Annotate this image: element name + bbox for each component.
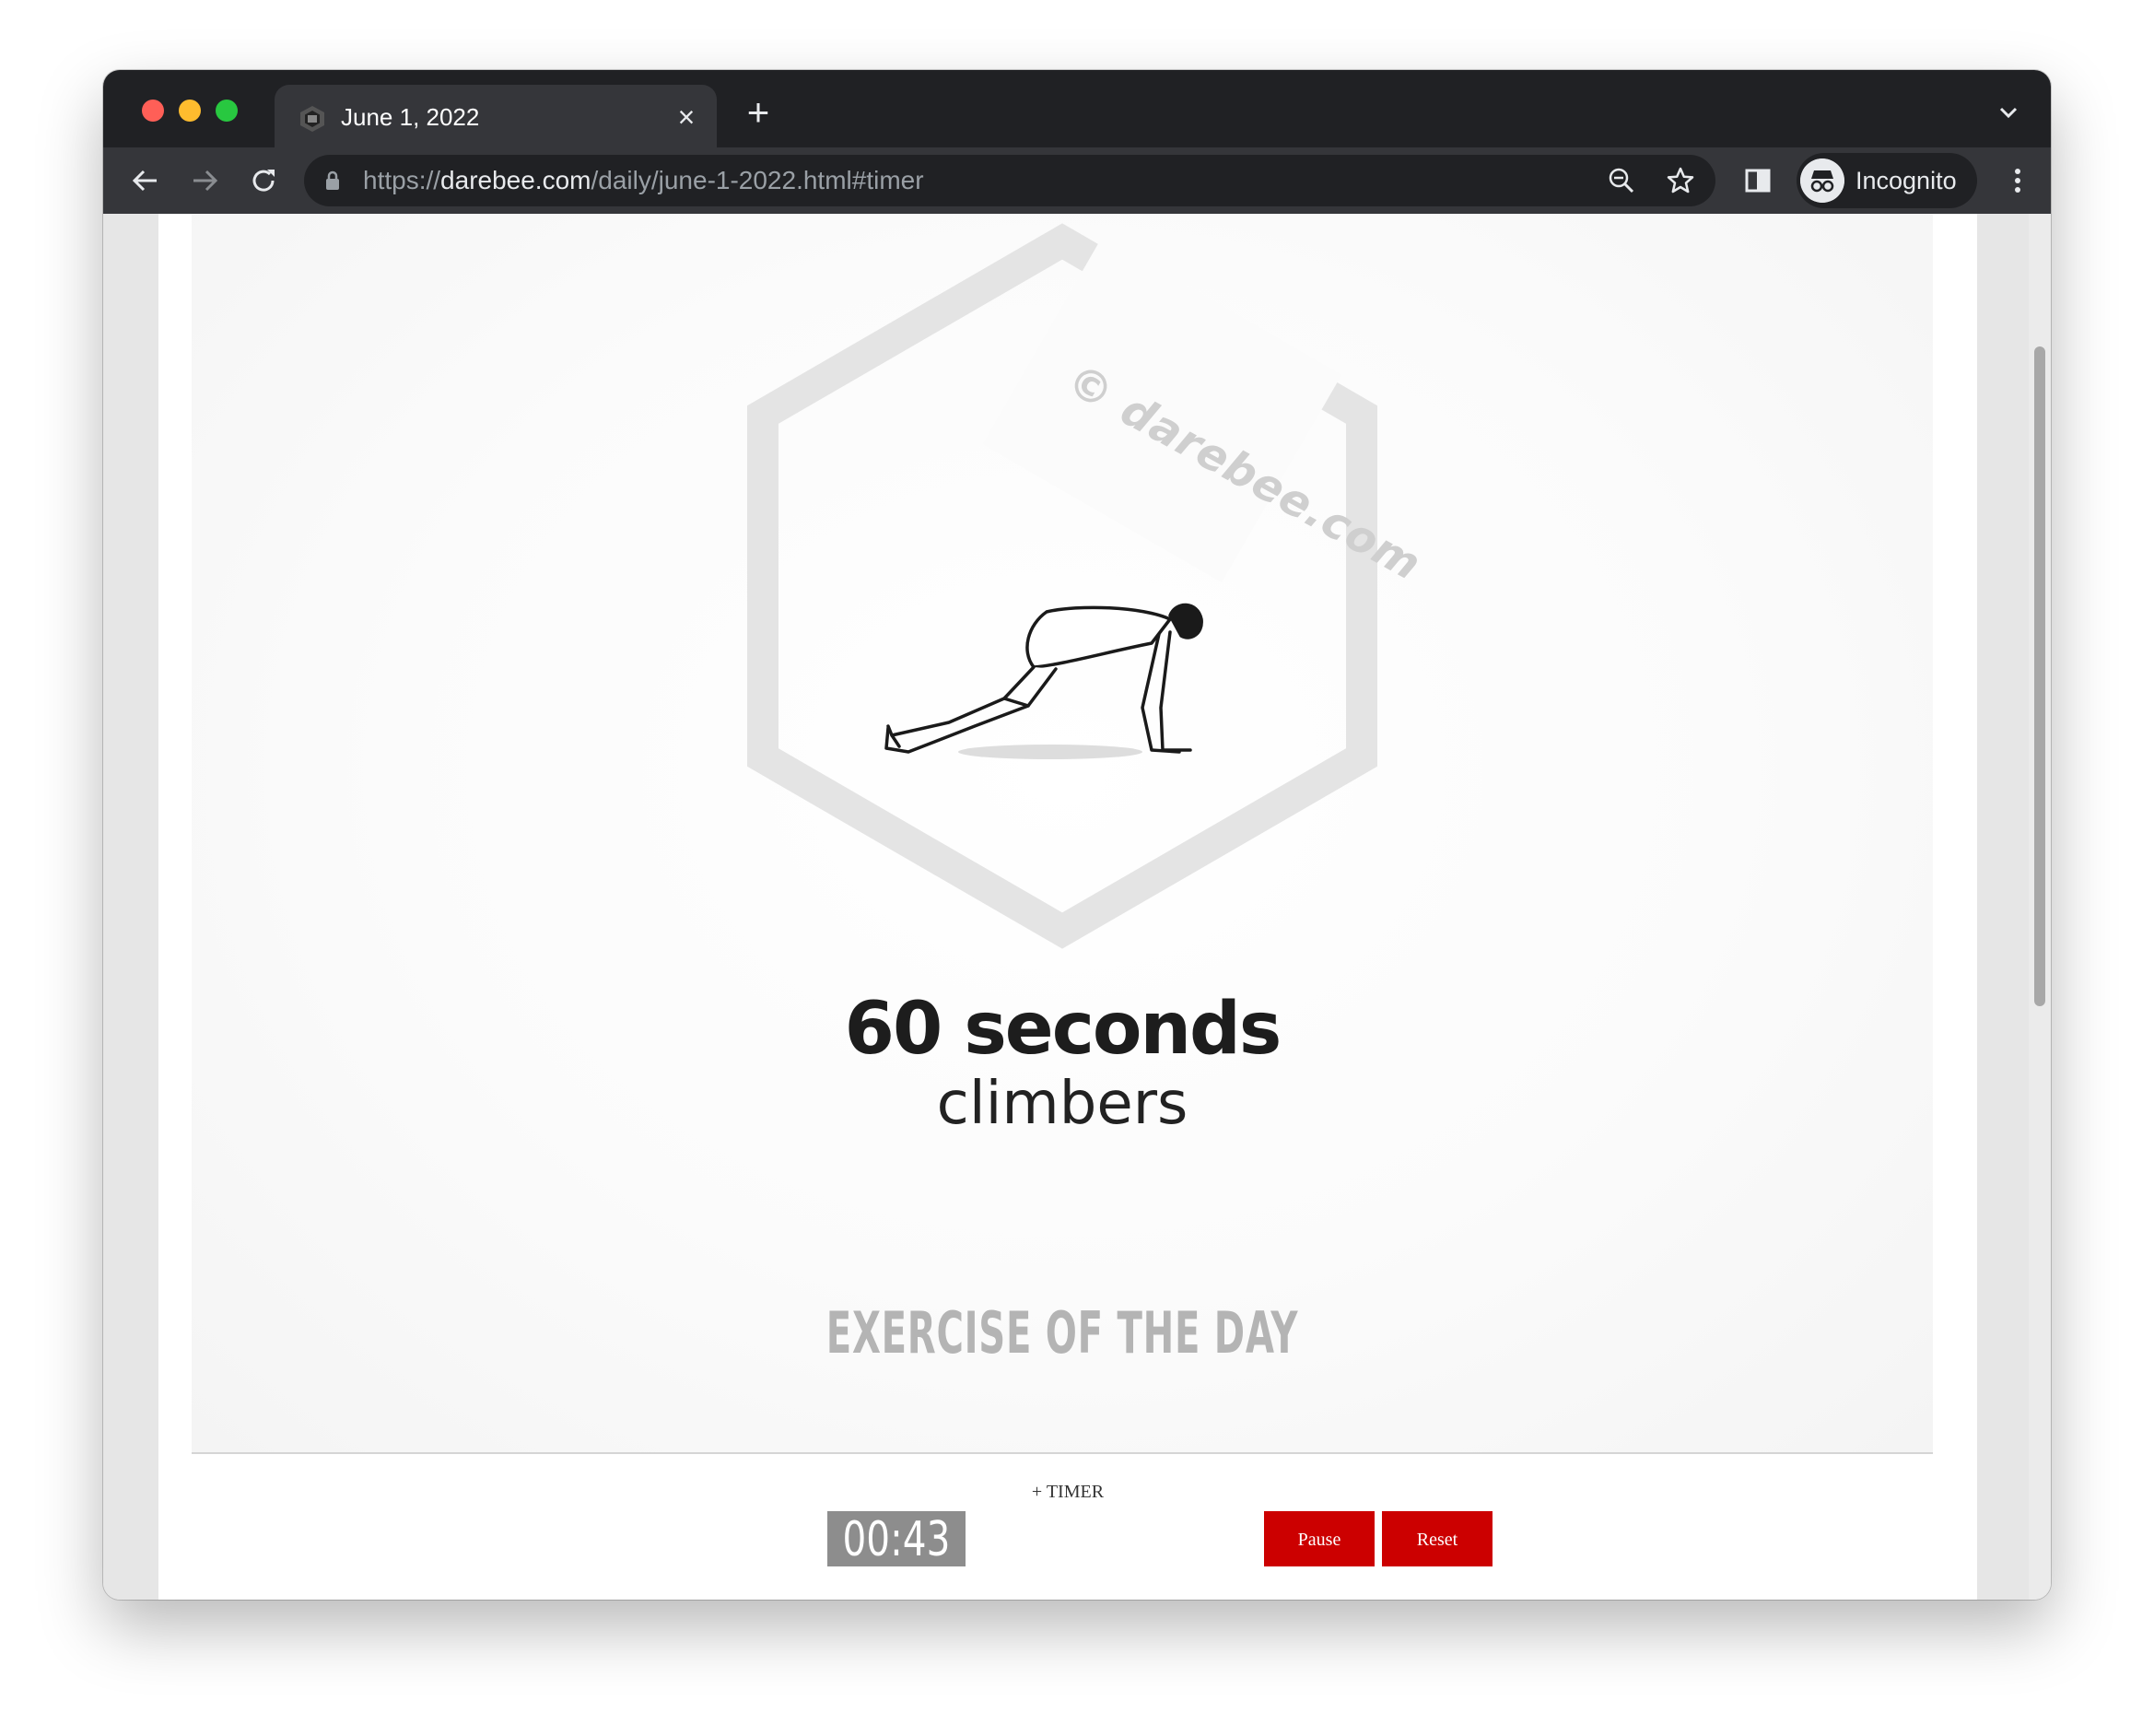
incognito-profile-button[interactable]: Incognito [1797,153,1977,208]
forward-arrow-icon[interactable] [188,164,221,197]
url-text: https://darebee.com/daily/june-1-2022.ht… [363,166,924,194]
close-window-button[interactable] [142,100,164,122]
minimize-window-button[interactable] [179,100,201,122]
maximize-window-button[interactable] [216,100,238,122]
lock-icon [326,170,339,190]
climbers-exercise-illustration [884,603,1203,759]
pause-button[interactable]: Pause [1264,1511,1375,1566]
timer-toggle-link[interactable]: + TIMER [158,1482,1977,1503]
page-viewport: © darebee.com 60 seconds climbers EXERCI… [103,214,2051,1600]
incognito-icon [1800,158,1844,203]
exercise-name: climbers [936,1070,1188,1138]
exercise-banner: © darebee.com 60 seconds climbers EXERCI… [192,214,1933,1454]
browser-window: June 1, 2022 × + https://darebee.com/dai [103,70,2051,1600]
zoom-icon[interactable] [1607,166,1636,195]
plus-icon[interactable]: + [743,93,774,132]
exercise-duration: 60 seconds [844,988,1282,1071]
tab-strip: June 1, 2022 × + [103,70,2051,147]
darebee-favicon [300,106,324,132]
tab-active[interactable]: June 1, 2022 × [275,85,717,147]
star-icon[interactable] [1666,166,1695,195]
scrollbar-thumb[interactable] [2034,346,2045,1006]
close-icon[interactable]: × [673,102,700,132]
back-arrow-icon[interactable] [129,164,162,197]
reset-button[interactable]: Reset [1382,1511,1493,1566]
exercise-of-the-day-heading: EXERCISE OF THE DAY [825,1299,1299,1367]
toolbar: https://darebee.com/daily/june-1-2022.ht… [103,147,2051,214]
chevron-down-icon[interactable] [1996,103,2021,122]
tab-title: June 1, 2022 [341,103,480,131]
kebab-menu-icon[interactable] [2008,164,2027,197]
vertical-scrollbar[interactable] [2029,214,2051,1600]
profile-label: Incognito [1855,167,1957,194]
page-column: © darebee.com 60 seconds climbers EXERCI… [158,214,1977,1600]
timer-display: 00:43 [827,1511,966,1567]
address-bar[interactable]: https://darebee.com/daily/june-1-2022.ht… [304,155,1715,206]
side-panel-icon[interactable] [1741,164,1774,197]
reload-icon[interactable] [247,164,280,197]
